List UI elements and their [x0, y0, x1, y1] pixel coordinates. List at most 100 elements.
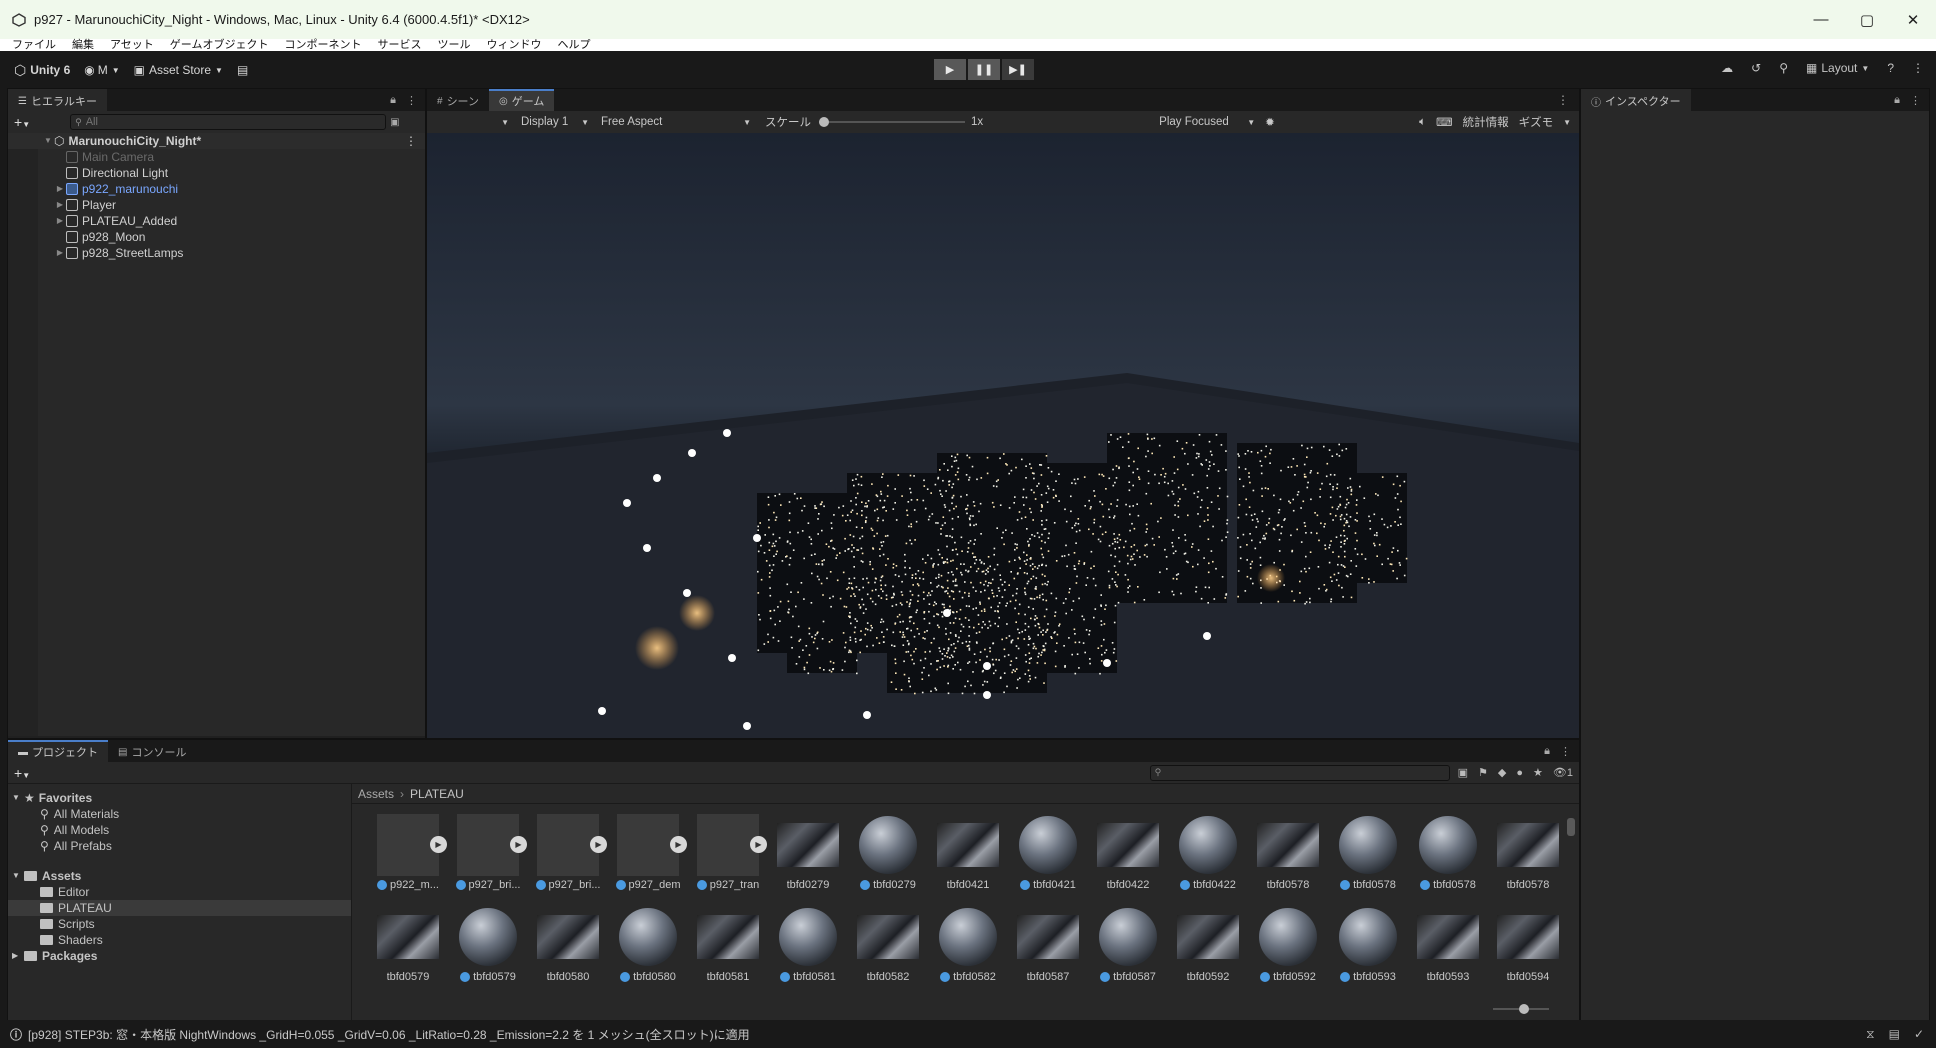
- asset-item[interactable]: tbfd0580: [608, 906, 688, 998]
- bug-icon[interactable]: ✹: [1265, 115, 1275, 129]
- search-by-type-icon[interactable]: ▣: [1458, 766, 1468, 779]
- scrollbar-thumb[interactable]: [1567, 818, 1575, 836]
- menu-file[interactable]: ファイル: [12, 39, 56, 51]
- asset-scrollbar[interactable]: [1567, 810, 1575, 1000]
- pane-menu-icon[interactable]: ⋮: [1910, 94, 1921, 107]
- menu-edit[interactable]: 編集: [72, 39, 94, 51]
- expand-prefab-icon[interactable]: ▶: [430, 836, 447, 853]
- status-message[interactable]: [p928] STEP3b: 窓・本格版 NightWindows _GridH…: [28, 1026, 750, 1043]
- layout-dropdown[interactable]: ▦ Layout ▼: [1806, 61, 1869, 75]
- close-button[interactable]: ✕: [1890, 0, 1936, 39]
- search-filter-icon[interactable]: ▣: [390, 117, 399, 128]
- folder-item[interactable]: Scripts: [8, 916, 351, 932]
- favorite-item[interactable]: ⚲ All Prefabs: [8, 838, 351, 854]
- hierarchy-item[interactable]: p928_Moon: [8, 229, 425, 245]
- breadcrumb-assets[interactable]: Assets: [358, 787, 394, 801]
- tab-console[interactable]: ▤ コンソール: [108, 740, 197, 762]
- tab-hierarchy[interactable]: ☰ ヒエラルキー: [8, 89, 107, 111]
- pane-menu-icon[interactable]: ⋮: [406, 94, 417, 107]
- asset-item[interactable]: ▶ p927_tran: [688, 814, 768, 906]
- asset-item[interactable]: tbfd0578: [1328, 814, 1408, 906]
- asset-item[interactable]: tbfd0579: [448, 906, 528, 998]
- hierarchy-search[interactable]: ⚲: [70, 114, 387, 130]
- menu-services[interactable]: サービス: [377, 39, 421, 51]
- icon-size-thumb[interactable]: [1519, 1004, 1529, 1014]
- expand-prefab-icon[interactable]: ▶: [510, 836, 527, 853]
- asset-item[interactable]: tbfd0421: [928, 814, 1008, 906]
- network-icon[interactable]: ⧖: [1866, 1027, 1874, 1042]
- asset-item[interactable]: ▶ p927_bri...: [528, 814, 608, 906]
- expand-prefab-icon[interactable]: ▶: [670, 836, 687, 853]
- expand-prefab-icon[interactable]: ▶: [590, 836, 607, 853]
- stats-button[interactable]: 統計情報: [1463, 114, 1509, 130]
- asset-item[interactable]: tbfd0581: [768, 906, 848, 998]
- account-dropdown[interactable]: ◉ M ▼: [84, 63, 119, 77]
- hierarchy-item[interactable]: ▶ Player: [8, 197, 425, 213]
- keyboard-icon[interactable]: ⌨: [1436, 115, 1453, 129]
- check-icon[interactable]: ✓: [1914, 1027, 1924, 1041]
- game-viewport[interactable]: [427, 133, 1579, 738]
- asset-item[interactable]: tbfd0581: [688, 906, 768, 998]
- filter-type-icon[interactable]: ⚑: [1478, 766, 1488, 779]
- folder-item[interactable]: Editor: [8, 884, 351, 900]
- expand-arrow-icon[interactable]: ▼: [12, 868, 24, 884]
- pane-menu-icon[interactable]: ⋮: [1560, 745, 1571, 758]
- asset-item[interactable]: tbfd0580: [528, 906, 608, 998]
- asset-item[interactable]: tbfd0593: [1408, 906, 1488, 998]
- lock-icon[interactable]: 🔒︎: [1894, 94, 1900, 107]
- asset-item[interactable]: tbfd0592: [1168, 906, 1248, 998]
- asset-item[interactable]: tbfd0279: [848, 814, 928, 906]
- minimize-button[interactable]: —: [1798, 0, 1844, 39]
- asset-item[interactable]: tbfd0422: [1168, 814, 1248, 906]
- asset-item[interactable]: ▶ p922_m...: [368, 814, 448, 906]
- menu-help[interactable]: ヘルプ: [557, 39, 590, 51]
- expand-prefab-icon[interactable]: ▶: [750, 836, 767, 853]
- asset-item[interactable]: tbfd0593: [1328, 906, 1408, 998]
- tab-scene[interactable]: # シーン: [427, 89, 490, 111]
- create-asset-button[interactable]: +▼: [14, 765, 30, 781]
- mute-audio-icon[interactable]: 🔈︎: [1419, 116, 1426, 129]
- play-mode-dropdown[interactable]: Play Focused ▼: [1153, 113, 1261, 131]
- help-icon[interactable]: ?: [1887, 61, 1894, 75]
- asset-item[interactable]: ▶ p927_bri...: [448, 814, 528, 906]
- hierarchy-search-input[interactable]: [85, 116, 356, 128]
- version-control-icon[interactable]: ▤: [237, 63, 248, 77]
- menu-window[interactable]: ウィンドウ: [486, 39, 541, 51]
- project-search[interactable]: ⚲: [1149, 764, 1450, 781]
- asset-item[interactable]: tbfd0592: [1248, 906, 1328, 998]
- scale-slider[interactable]: [819, 115, 965, 129]
- asset-item[interactable]: tbfd0422: [1088, 814, 1168, 906]
- lock-icon[interactable]: 🔒︎: [390, 94, 396, 107]
- asset-item[interactable]: tbfd0587: [1008, 906, 1088, 998]
- expand-arrow-icon[interactable]: ▶: [54, 197, 66, 213]
- log-filter-icon[interactable]: ●: [1516, 767, 1523, 779]
- gizmos-button[interactable]: ギズモ: [1519, 114, 1554, 130]
- hierarchy-item[interactable]: Directional Light: [8, 165, 425, 181]
- asset-item[interactable]: ▶ p927_dem: [608, 814, 688, 906]
- pane-menu-icon[interactable]: ⋮: [1557, 89, 1569, 111]
- add-object-button[interactable]: +▼: [14, 114, 30, 130]
- favorite-item[interactable]: ⚲ All Materials: [8, 806, 351, 822]
- unity-button[interactable]: ⬡ Unity 6: [14, 62, 70, 79]
- expand-arrow-icon[interactable]: ▶: [54, 181, 66, 197]
- favorite-item[interactable]: ⚲ All Models: [8, 822, 351, 838]
- assets-row[interactable]: ▼ Assets: [8, 868, 351, 884]
- aspect-dropdown[interactable]: Free Aspect ▼: [595, 113, 757, 131]
- asset-item[interactable]: tbfd0578: [1488, 814, 1568, 906]
- folder-item[interactable]: Shaders: [8, 932, 351, 948]
- menu-component[interactable]: コンポーネント: [284, 39, 361, 51]
- pause-button[interactable]: ❚❚: [968, 59, 1000, 80]
- expand-arrow-icon[interactable]: ▶: [54, 245, 66, 261]
- maximize-button[interactable]: ▢: [1844, 0, 1890, 39]
- search-icon[interactable]: ⚲: [1779, 61, 1788, 75]
- hierarchy-item[interactable]: ▶ p928_StreetLamps: [8, 245, 425, 261]
- asset-item[interactable]: tbfd0578: [1248, 814, 1328, 906]
- more-menu-icon[interactable]: ⋮: [1912, 61, 1924, 75]
- tab-inspector[interactable]: ⓘ インスペクター: [1581, 89, 1691, 111]
- cloud-icon[interactable]: ☁: [1721, 61, 1733, 75]
- asset-item[interactable]: tbfd0594: [1488, 906, 1568, 998]
- folder-item[interactable]: PLATEAU: [8, 900, 351, 916]
- asset-item[interactable]: tbfd0582: [928, 906, 1008, 998]
- menu-tools[interactable]: ツール: [437, 39, 470, 51]
- menu-gameobject[interactable]: ゲームオブジェクト: [170, 39, 269, 51]
